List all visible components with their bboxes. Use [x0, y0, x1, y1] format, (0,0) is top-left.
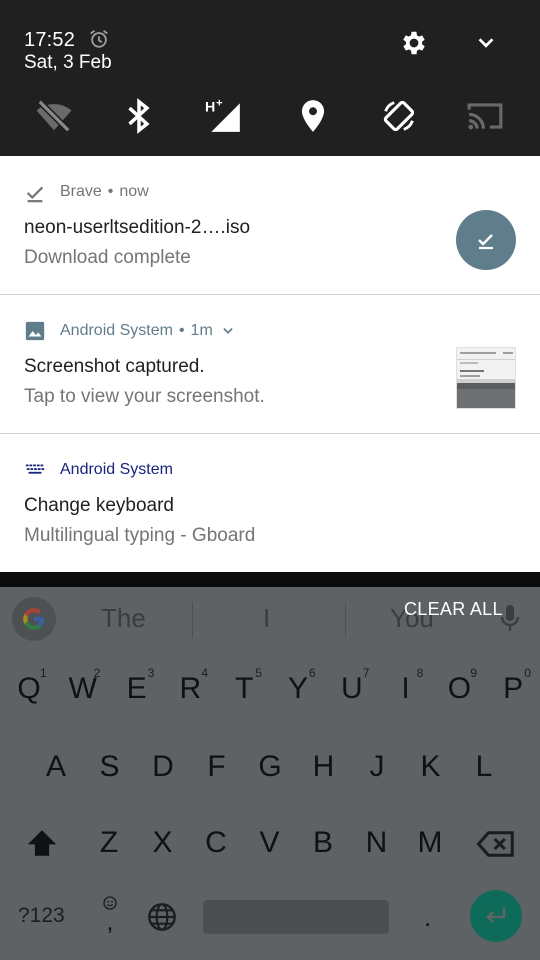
alarm-icon: [90, 30, 108, 48]
enter-key[interactable]: [470, 890, 522, 942]
key-n[interactable]: N: [357, 826, 397, 860]
period-key[interactable]: .: [424, 902, 431, 933]
notification-header: Brave • now: [24, 181, 149, 203]
cast-icon[interactable]: [466, 97, 504, 135]
settings-gear-icon[interactable]: [399, 28, 429, 58]
clear-all-button[interactable]: CLEAR ALL: [404, 599, 503, 620]
key-hint-number: 1: [40, 666, 47, 680]
key-hint-number: 0: [524, 666, 531, 680]
notification-time: 1m: [190, 322, 213, 339]
shift-icon[interactable]: [24, 826, 60, 860]
svg-text:+: +: [216, 98, 223, 110]
key-hint-number: 2: [93, 666, 101, 680]
shade-edge: [0, 572, 540, 587]
notification-title: Change keyboard: [24, 495, 174, 516]
keyboard-icon: [25, 464, 45, 474]
key-z[interactable]: Z: [89, 826, 129, 860]
notification-header: Android System: [24, 459, 173, 481]
key-hint-number: 4: [201, 666, 209, 680]
notification-shade: 17:52 Sat, 3 Feb H + Brave • now neon-us…: [0, 0, 540, 960]
key-b[interactable]: B: [303, 826, 343, 860]
google-g-icon: [23, 608, 45, 630]
notification-app-name: Android System: [60, 322, 173, 339]
download-action-button[interactable]: [456, 210, 516, 270]
wifi-off-icon[interactable]: [35, 97, 73, 135]
key-l[interactable]: L: [464, 750, 504, 784]
comma-key[interactable]: ,: [100, 895, 120, 935]
notification-screenshot[interactable]: Android System • 1m Screenshot captured.…: [0, 295, 540, 434]
notification-title: Screenshot captured.: [24, 356, 205, 377]
clock-date: Sat, 3 Feb: [24, 52, 112, 73]
svg-text:H: H: [205, 99, 215, 115]
key-hint-number: 5: [255, 666, 262, 680]
bullet-separator: •: [178, 322, 185, 339]
download-done-icon: [478, 234, 493, 250]
key-d[interactable]: D: [143, 750, 183, 784]
suggestion-separator: [345, 602, 346, 638]
key-m[interactable]: M: [410, 826, 450, 860]
key-a[interactable]: A: [36, 750, 76, 784]
image-icon: [25, 321, 45, 341]
notification-app-name: Brave: [60, 183, 102, 200]
bullet-separator: •: [107, 183, 114, 200]
key-v[interactable]: V: [250, 826, 290, 860]
language-globe-icon[interactable]: [146, 901, 178, 933]
notification-app-name: Android System: [60, 461, 173, 478]
enter-arrow-icon: [486, 908, 506, 923]
key-hint-number: 9: [470, 666, 478, 680]
key-hint-number: 3: [147, 666, 155, 680]
google-button[interactable]: [12, 597, 56, 641]
notification-time: now: [119, 183, 149, 200]
key-j[interactable]: J: [357, 750, 397, 784]
key-x[interactable]: X: [143, 826, 183, 860]
notification-subtitle: Tap to view your screenshot.: [24, 386, 265, 407]
notification-title: neon-userltsedition-2….iso: [24, 217, 251, 238]
space-bar[interactable]: [203, 900, 389, 934]
bluetooth-icon[interactable]: [120, 97, 158, 135]
auto-rotate-icon[interactable]: [380, 97, 418, 135]
backspace-icon[interactable]: [476, 829, 516, 859]
quick-settings-header: 17:52 Sat, 3 Feb H +: [0, 0, 540, 156]
notification-header: Android System • 1m: [24, 320, 235, 342]
key-s[interactable]: S: [90, 750, 130, 784]
collapse-chevron-icon[interactable]: [474, 32, 498, 54]
key-hint-number: 7: [362, 666, 370, 680]
mobile-data-h-plus-icon[interactable]: H +: [205, 97, 243, 135]
notification-subtitle: Multilingual typing - Gboard: [24, 525, 256, 546]
notification-brave-download[interactable]: Brave • now neon-userltsedition-2….iso D…: [0, 156, 540, 295]
suggestion-separator: [192, 602, 193, 638]
suggestion-1[interactable]: The: [101, 603, 146, 634]
key-g[interactable]: G: [250, 750, 290, 784]
notification-change-keyboard[interactable]: Android System Change keyboard Multiling…: [0, 434, 540, 572]
download-icon: [26, 186, 44, 203]
clock-time: 17:52: [24, 29, 76, 51]
key-hint-number: 8: [416, 666, 424, 680]
key-f[interactable]: F: [197, 750, 237, 784]
notification-subtitle: Download complete: [24, 247, 191, 268]
key-hint-number: 6: [309, 666, 316, 680]
suggestion-2[interactable]: I: [263, 603, 270, 634]
symbols-key[interactable]: ?123: [18, 904, 65, 928]
location-icon[interactable]: [294, 97, 332, 135]
expand-chevron-icon[interactable]: [221, 324, 235, 338]
key-k[interactable]: K: [411, 750, 451, 784]
screenshot-thumbnail[interactable]: [456, 347, 516, 409]
comma-label: ,: [106, 909, 114, 936]
key-h[interactable]: H: [304, 750, 344, 784]
key-c[interactable]: C: [196, 826, 236, 860]
